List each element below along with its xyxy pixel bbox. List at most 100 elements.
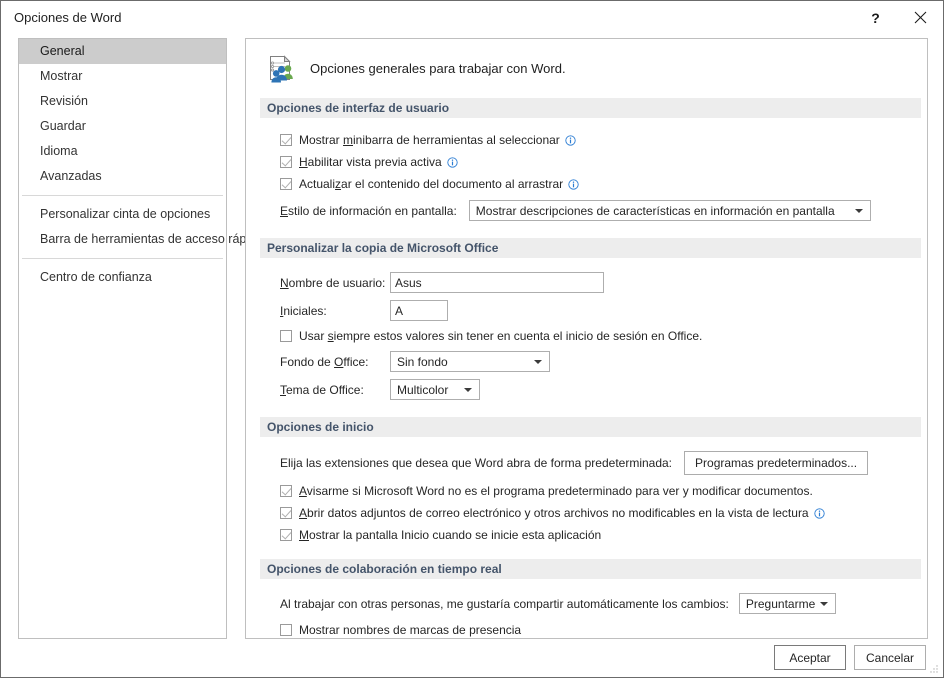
info-icon[interactable] — [447, 156, 458, 168]
checkbox-open-attachments-reading-view[interactable] — [280, 507, 292, 519]
word-options-dialog: Opciones de Word ? General Mostrar Revis… — [0, 0, 944, 678]
default-extensions-row: Elija las extensiones que desea que Word… — [260, 451, 927, 475]
checkbox-show-presence-names[interactable] — [280, 624, 292, 636]
username-label: Nombre de usuario: — [280, 275, 386, 290]
sidebar-item-avanzadas[interactable]: Avanzadas — [19, 164, 226, 189]
window-title: Opciones de Word — [14, 10, 122, 25]
section-body-startup: Elija las extensiones que desea que Word… — [246, 451, 927, 542]
dialog-body: General Mostrar Revisión Guardar Idioma … — [1, 34, 943, 639]
screentip-style-value: Mostrar descripciones de características… — [475, 203, 835, 218]
options-sidebar: General Mostrar Revisión Guardar Idioma … — [18, 38, 263, 639]
sidebar-item-general[interactable]: General — [19, 39, 226, 64]
checkbox-label-update-document-on-drag: Actualizar el contenido del documento al… — [299, 177, 564, 191]
close-icon — [914, 11, 927, 24]
footer-buttons: Aceptar Cancelar — [774, 645, 926, 670]
section-body-ui-options: Mostrar minibarra de herramientas al sel… — [246, 133, 927, 221]
checkbox-always-use-these-values[interactable] — [280, 330, 292, 342]
sidebar-item-revision[interactable]: Revisión — [19, 89, 226, 114]
checkbox-row-open-attachments[interactable]: Abrir datos adjuntos de correo electróni… — [260, 506, 927, 520]
chevron-down-icon — [819, 601, 828, 606]
office-background-value: Sin fondo — [397, 354, 448, 369]
checkbox-label-open-attachments-reading-view: Abrir datos adjuntos de correo electróni… — [299, 506, 809, 520]
options-content-pane: Opciones generales para trabajar con Wor… — [245, 38, 928, 639]
checkbox-label-enable-live-preview: Habilitar vista previa activa — [299, 155, 442, 169]
sidebar-item-barra-acceso-rapido[interactable]: Barra de herramientas de acceso rápido — [19, 227, 263, 252]
checkbox-show-minibar[interactable] — [280, 134, 292, 146]
sidebar-item-label: General — [40, 44, 85, 58]
sidebar-item-personalizar-cinta[interactable]: Personalizar cinta de opciones — [19, 202, 226, 227]
help-icon: ? — [871, 9, 880, 26]
info-icon[interactable] — [565, 134, 576, 146]
screentip-style-row: Estilo de información en pantalla: Mostr… — [260, 200, 927, 221]
sidebar-item-label: Guardar — [40, 119, 86, 133]
sidebar-item-guardar[interactable]: Guardar — [19, 114, 226, 139]
checkbox-show-start-screen[interactable] — [280, 529, 292, 541]
section-title: Opciones de interfaz de usuario — [267, 101, 450, 115]
office-background-label: Fondo de Office: — [280, 354, 369, 369]
default-extensions-label: Elija las extensiones que desea que Word… — [280, 456, 673, 470]
section-title: Opciones de inicio — [267, 420, 374, 434]
resize-grip-icon[interactable] — [927, 662, 939, 674]
initials-input[interactable] — [390, 300, 448, 321]
username-input[interactable] — [390, 272, 604, 293]
window-controls: ? — [853, 1, 943, 34]
sidebar-item-label: Personalizar cinta de opciones — [40, 207, 211, 221]
auto-share-value: Preguntarme — [745, 596, 816, 611]
default-programs-button[interactable]: Programas predeterminados... — [684, 451, 869, 475]
sidebar-item-label: Mostrar — [40, 69, 83, 83]
checkbox-enable-live-preview[interactable] — [280, 156, 292, 168]
checkbox-label-always-use-these-values: Usar siempre estos valores sin tener en … — [299, 329, 703, 343]
initials-label: Iniciales: — [280, 303, 327, 318]
sidebar-item-mostrar[interactable]: Mostrar — [19, 64, 226, 89]
office-theme-label: Tema de Office: — [280, 382, 364, 397]
checkbox-row-presence-names[interactable]: Mostrar nombres de marcas de presencia — [260, 623, 927, 637]
auto-share-row: Al trabajar con otras personas, me gusta… — [260, 593, 927, 614]
office-background-row: Fondo de Office: Sin fondo — [260, 351, 927, 372]
checkbox-row-show-start-screen[interactable]: Mostrar la pantalla Inicio cuando se ini… — [260, 528, 927, 542]
office-background-dropdown[interactable]: Sin fondo — [390, 351, 550, 372]
close-button[interactable] — [898, 1, 943, 34]
checkbox-label-show-start-screen: Mostrar la pantalla Inicio cuando se ini… — [299, 528, 602, 542]
checkbox-row-always-use-values[interactable]: Usar siempre estos valores sin tener en … — [260, 329, 927, 343]
section-header-collaboration: Opciones de colaboración en tiempo real — [260, 559, 921, 579]
checkbox-update-document-on-drag[interactable] — [280, 178, 292, 190]
chevron-down-icon — [854, 208, 863, 213]
checkbox-row-live-preview[interactable]: Habilitar vista previa activa — [260, 155, 927, 169]
sidebar-item-idioma[interactable]: Idioma — [19, 139, 226, 164]
sidebar-separator — [22, 195, 223, 196]
screentip-style-dropdown[interactable]: Mostrar descripciones de características… — [468, 200, 871, 221]
sidebar-separator — [22, 258, 223, 259]
help-button[interactable]: ? — [853, 1, 898, 34]
checkbox-label-show-minibar: Mostrar minibarra de herramientas al sel… — [299, 133, 560, 147]
title-bar: Opciones de Word ? — [1, 1, 943, 34]
section-header-ui-options: Opciones de interfaz de usuario — [260, 98, 921, 118]
checkbox-warn-word-not-default[interactable] — [280, 485, 292, 497]
checkbox-row-minibar[interactable]: Mostrar minibarra de herramientas al sel… — [260, 133, 927, 147]
cancel-button[interactable]: Cancelar — [854, 645, 926, 670]
username-row: Nombre de usuario: — [260, 272, 927, 293]
ok-button[interactable]: Aceptar — [774, 645, 846, 670]
office-theme-row: Tema de Office: Multicolor — [260, 379, 927, 400]
general-options-icon — [265, 52, 297, 84]
sidebar-item-label: Revisión — [40, 94, 88, 108]
sidebar-item-label: Idioma — [40, 144, 78, 158]
chevron-down-icon — [534, 359, 542, 364]
sidebar-item-label: Avanzadas — [40, 169, 102, 183]
info-icon[interactable] — [568, 178, 579, 190]
section-title: Opciones de colaboración en tiempo real — [267, 562, 502, 576]
sidebar-item-label: Barra de herramientas de acceso rápido — [40, 232, 264, 246]
section-header-personalize: Personalizar la copia de Microsoft Offic… — [260, 238, 921, 258]
chevron-down-icon — [464, 387, 472, 392]
info-icon[interactable] — [813, 507, 825, 519]
sidebar-item-label: Centro de confianza — [40, 270, 152, 284]
screentip-style-label: Estilo de información en pantalla: — [280, 203, 457, 218]
auto-share-dropdown[interactable]: Preguntarme — [738, 593, 836, 614]
sidebar-item-centro-confianza[interactable]: Centro de confianza — [19, 265, 226, 290]
office-theme-dropdown[interactable]: Multicolor — [390, 379, 480, 400]
checkbox-label-show-presence-names: Mostrar nombres de marcas de presencia — [299, 623, 522, 637]
checkbox-row-warn-not-default[interactable]: Avisarme si Microsoft Word no es el prog… — [260, 484, 927, 498]
dialog-footer: Aceptar Cancelar — [1, 638, 943, 677]
section-body-personalize: Nombre de usuario: Iniciales: Usar siemp… — [246, 272, 927, 400]
section-header-startup: Opciones de inicio — [260, 417, 921, 437]
checkbox-row-update-on-drag[interactable]: Actualizar el contenido del documento al… — [260, 177, 927, 191]
